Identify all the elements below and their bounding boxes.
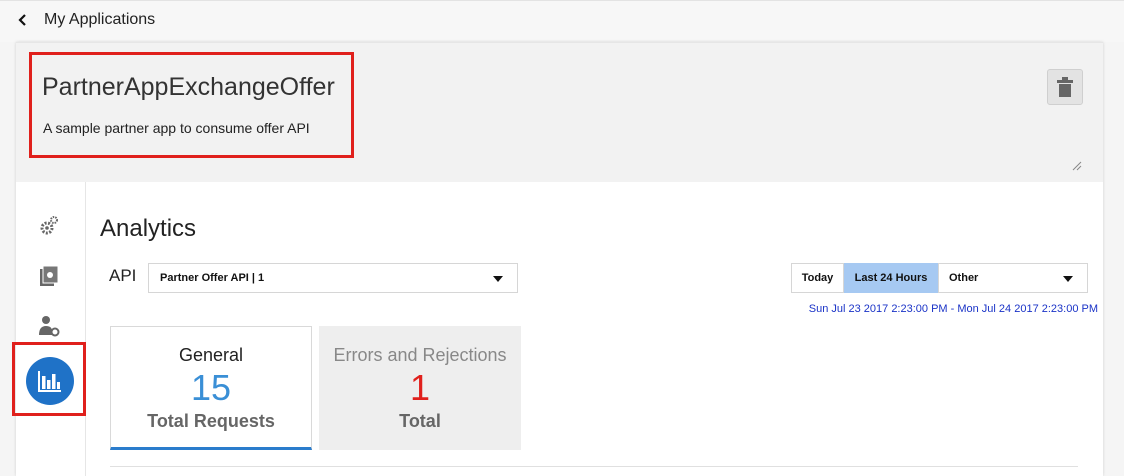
general-count: 15 [190, 367, 232, 408]
header-highlight-box [29, 52, 354, 158]
sidebar-highlight-box [12, 342, 86, 416]
tab-general[interactable]: General 15 Total Requests [110, 326, 312, 450]
errors-count: 1 [409, 367, 431, 408]
api-select[interactable]: Partner Offer API | 1 [148, 263, 518, 293]
time-range-group: Today Last 24 Hours Other [791, 263, 1088, 293]
range-other-label: Other [949, 272, 979, 284]
api-label: API [109, 266, 137, 285]
trash-icon [1057, 77, 1073, 97]
application-card: PartnerAppExchangeOffer A sample partner… [12, 42, 1103, 476]
tab-errors-rejections[interactable]: Errors and Rejections 1 Total [319, 326, 521, 450]
resize-grip-icon[interactable] [1070, 159, 1082, 171]
range-last24-button[interactable]: Last 24 Hours [844, 263, 938, 293]
range-today-button[interactable]: Today [791, 263, 844, 293]
api-select-value: Partner Offer API | 1 [160, 272, 265, 284]
chevron-down-icon [1063, 276, 1073, 282]
sidebar-item-settings[interactable] [35, 212, 63, 240]
delete-application-button[interactable] [1047, 69, 1083, 105]
errors-sublabel: Total [399, 411, 441, 431]
errors-label: Errors and Rejections [333, 345, 507, 365]
back-link-label: My Applications [44, 11, 156, 28]
api-book-icon [40, 265, 59, 286]
date-range-text: Sun Jul 23 2017 2:23:00 PM - Mon Jul 24 … [808, 303, 1098, 315]
analytics-panel: Analytics API Partner Offer API | 1 Toda… [100, 182, 1100, 476]
sidebar-nav [12, 182, 86, 476]
user-key-icon [39, 316, 60, 337]
application-header: PartnerAppExchangeOffer A sample partner… [16, 42, 1103, 182]
divider [110, 466, 1078, 467]
settings-gears-icon [40, 216, 58, 235]
top-bar: My Applications [0, 0, 1124, 42]
sidebar-item-grants[interactable] [35, 312, 63, 340]
chevron-left-icon [18, 14, 26, 26]
analytics-title: Analytics [100, 215, 197, 242]
general-label: General [178, 345, 244, 365]
range-other-select[interactable]: Other [938, 263, 1088, 293]
back-to-applications-link[interactable]: My Applications [16, 11, 155, 29]
sidebar-item-apis[interactable] [35, 262, 63, 290]
chevron-down-icon [493, 276, 503, 282]
general-sublabel: Total Requests [147, 411, 275, 431]
